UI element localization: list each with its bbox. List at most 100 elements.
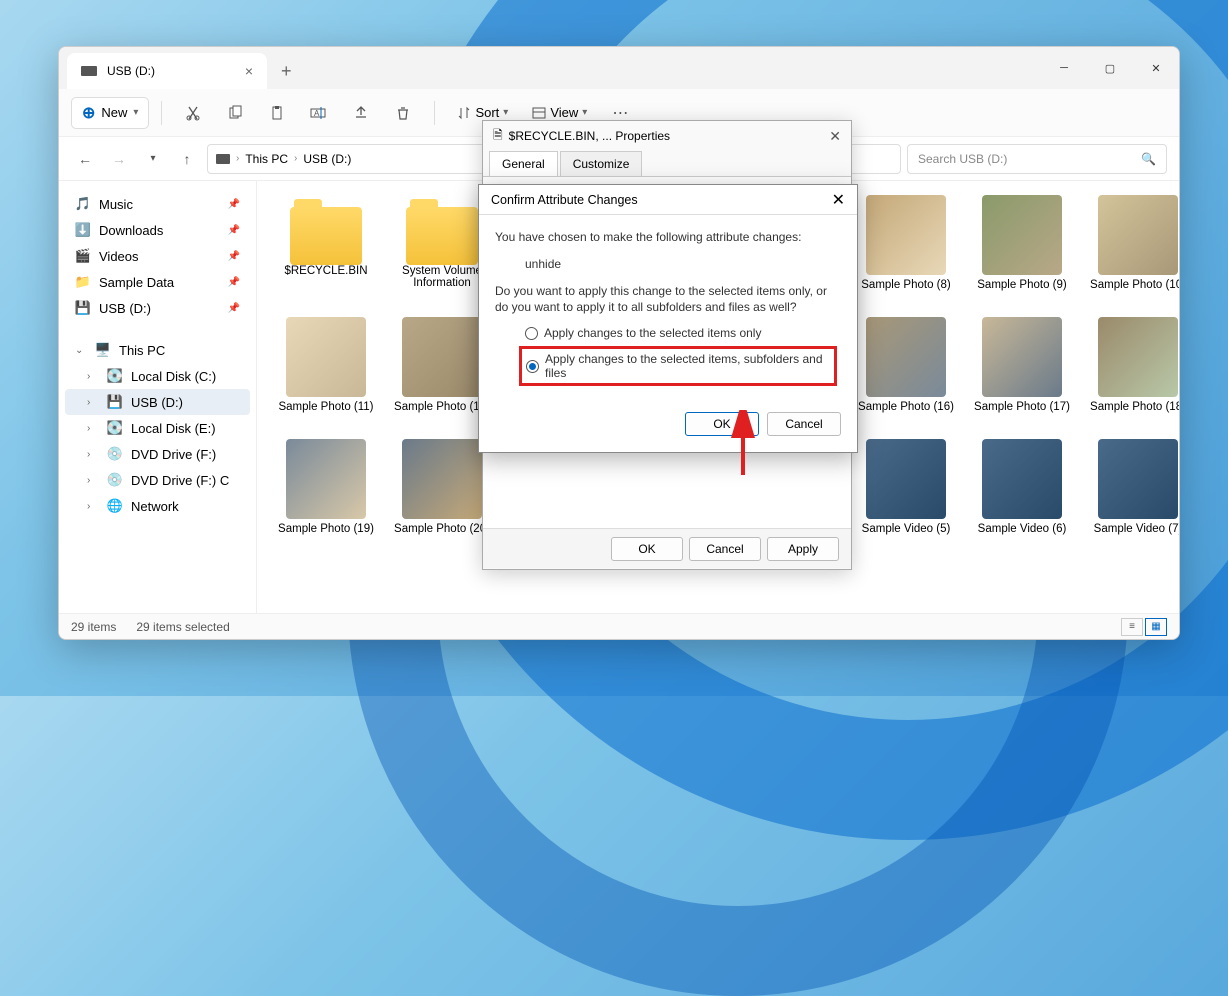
delete-icon[interactable] xyxy=(384,97,422,129)
new-label: New xyxy=(101,105,127,120)
photo-thumbnail xyxy=(866,195,946,275)
chevron-down-icon: ⌄ xyxy=(75,345,87,356)
item-label: Sample Photo (17) xyxy=(974,401,1070,413)
confirm-text-1: You have chosen to make the following at… xyxy=(495,229,841,246)
radio-label: Apply changes to the selected items only xyxy=(544,326,761,340)
sidebar-label: Network xyxy=(131,499,179,514)
properties-cancel-button[interactable]: Cancel xyxy=(689,537,761,561)
photo-thumbnail xyxy=(1098,195,1178,275)
list-view-toggle[interactable]: ≡ xyxy=(1121,618,1143,636)
sidebar-drive-item[interactable]: ›💽Local Disk (C:) xyxy=(65,363,250,389)
photo-thumbnail xyxy=(982,195,1062,275)
chevron-right-icon: › xyxy=(236,153,239,164)
sidebar-quick-item[interactable]: 📁Sample Data📌 xyxy=(65,269,250,295)
photo-item[interactable]: Sample Photo (11) xyxy=(271,313,381,417)
maximize-button[interactable]: ▢ xyxy=(1087,47,1133,89)
new-button[interactable]: ⊕ New ▾ xyxy=(71,97,149,129)
window-tab[interactable]: USB (D:) × xyxy=(67,53,267,89)
photo-thumbnail xyxy=(1098,317,1178,397)
item-label: Sample Photo (10) xyxy=(1090,279,1179,291)
sidebar-drive-item[interactable]: ›💾USB (D:) xyxy=(65,389,250,415)
pin-icon: 📌 xyxy=(228,199,240,210)
photo-item[interactable]: Sample Photo (9) xyxy=(967,191,1077,295)
photo-thumbnail xyxy=(402,317,482,397)
breadcrumb-segment[interactable]: This PC xyxy=(245,152,288,166)
tab-general[interactable]: General xyxy=(489,151,558,176)
forward-button[interactable]: → xyxy=(105,145,133,173)
folder-icon xyxy=(406,207,478,265)
sidebar-label: Downloads xyxy=(99,223,163,238)
sidebar-quick-item[interactable]: 🎬Videos📌 xyxy=(65,243,250,269)
back-button[interactable]: ← xyxy=(71,145,99,173)
close-icon[interactable]: ✕ xyxy=(829,128,841,145)
confirm-dialog: Confirm Attribute Changes ✕ You have cho… xyxy=(478,184,858,453)
sidebar-label: This PC xyxy=(119,343,165,358)
grid-view-toggle[interactable]: ▦ xyxy=(1145,618,1167,636)
pin-icon: 📌 xyxy=(228,251,240,262)
confirm-ok-button[interactable]: OK xyxy=(685,412,759,436)
sidebar-item-this-pc[interactable]: ⌄ 🖥️ This PC xyxy=(65,337,250,363)
close-icon[interactable]: ✕ xyxy=(832,190,845,210)
radio-subfolders-files[interactable]: Apply changes to the selected items, sub… xyxy=(526,352,830,380)
drive-icon: 💿 xyxy=(107,472,123,488)
properties-apply-button[interactable]: Apply xyxy=(767,537,839,561)
recent-dropdown[interactable]: ▾ xyxy=(139,145,167,173)
share-icon[interactable] xyxy=(342,97,380,129)
photo-item[interactable]: Sample Photo (10) xyxy=(1083,191,1179,295)
photo-item[interactable]: Sample Photo (17) xyxy=(967,313,1077,417)
video-item[interactable]: Sample Video (5) xyxy=(851,435,961,539)
chevron-right-icon: › xyxy=(87,449,99,460)
pin-icon: 📌 xyxy=(228,303,240,314)
photo-item[interactable]: Sample Photo (8) xyxy=(851,191,961,295)
document-icon: 🗎 xyxy=(493,126,503,147)
new-tab-button[interactable]: + xyxy=(267,53,306,89)
radio-label: Apply changes to the selected items, sub… xyxy=(545,352,830,380)
photo-item[interactable]: Sample Photo (18) xyxy=(1083,313,1179,417)
view-icon xyxy=(532,106,546,120)
folder-item[interactable]: $RECYCLE.BIN xyxy=(271,191,381,295)
sidebar-label: DVD Drive (F:) xyxy=(131,447,216,462)
sidebar-drive-item[interactable]: ›💿DVD Drive (F:) xyxy=(65,441,250,467)
pin-icon: 📌 xyxy=(228,277,240,288)
radio-selected-only[interactable]: Apply changes to the selected items only xyxy=(525,326,841,340)
search-input[interactable]: Search USB (D:) 🔍 xyxy=(907,144,1167,174)
tab-customize[interactable]: Customize xyxy=(560,151,643,176)
photo-item[interactable]: Sample Photo (16) xyxy=(851,313,961,417)
sidebar-drive-item[interactable]: ›🌐Network xyxy=(65,493,250,519)
selected-count: 29 items selected xyxy=(136,620,229,634)
rename-icon[interactable]: A xyxy=(300,97,338,129)
confirm-titlebar[interactable]: Confirm Attribute Changes ✕ xyxy=(479,185,857,215)
usb-drive-icon xyxy=(81,66,97,76)
paste-icon[interactable] xyxy=(258,97,296,129)
properties-titlebar[interactable]: 🗎 $RECYCLE.BIN, ... Properties ✕ xyxy=(483,121,851,151)
item-label: Sample Photo (9) xyxy=(977,279,1067,291)
folder-icon: ⬇️ xyxy=(75,222,91,238)
chevron-right-icon: › xyxy=(87,501,99,512)
sidebar-quick-item[interactable]: 🎵Music📌 xyxy=(65,191,250,217)
video-item[interactable]: Sample Video (7) xyxy=(1083,435,1179,539)
confirm-cancel-button[interactable]: Cancel xyxy=(767,412,841,436)
sidebar-quick-item[interactable]: 💾USB (D:)📌 xyxy=(65,295,250,321)
close-button[interactable]: ✕ xyxy=(1133,47,1179,89)
minimize-button[interactable]: ─ xyxy=(1041,47,1087,89)
video-item[interactable]: Sample Video (6) xyxy=(967,435,1077,539)
cut-icon[interactable] xyxy=(174,97,212,129)
chevron-right-icon: › xyxy=(87,371,99,382)
titlebar: USB (D:) × + ─ ▢ ✕ xyxy=(59,47,1179,89)
item-label: Sample Video (5) xyxy=(862,523,951,535)
radio-icon xyxy=(526,360,539,373)
up-button[interactable]: ↑ xyxy=(173,145,201,173)
copy-icon[interactable] xyxy=(216,97,254,129)
sidebar-quick-item[interactable]: ⬇️Downloads📌 xyxy=(65,217,250,243)
sidebar-drive-item[interactable]: ›💿DVD Drive (F:) C xyxy=(65,467,250,493)
sidebar-drive-item[interactable]: ›💽Local Disk (E:) xyxy=(65,415,250,441)
breadcrumb-segment[interactable]: USB (D:) xyxy=(303,152,351,166)
tab-close-button[interactable]: × xyxy=(245,63,253,79)
photo-item[interactable]: Sample Photo (19) xyxy=(271,435,381,539)
photo-thumbnail xyxy=(866,317,946,397)
properties-ok-button[interactable]: OK xyxy=(611,537,683,561)
separator xyxy=(434,101,435,125)
video-thumbnail xyxy=(982,439,1062,519)
folder-icon: 📁 xyxy=(75,274,91,290)
item-label: $RECYCLE.BIN xyxy=(284,265,367,277)
